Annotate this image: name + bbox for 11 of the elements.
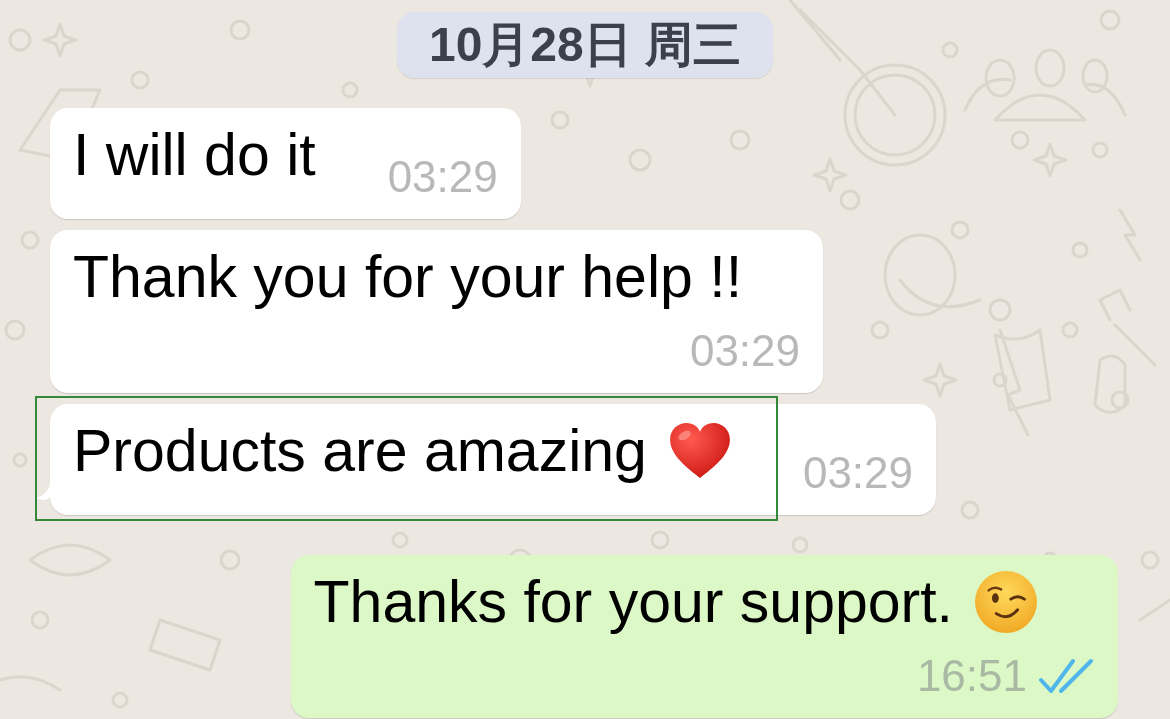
- message-time: 03:29: [387, 155, 498, 199]
- date-badge: 10月28日 周三: [396, 12, 774, 78]
- message-time: 16:51: [916, 654, 1027, 698]
- heart-emoji-icon: [668, 423, 731, 479]
- message-text: Thank you for your help !!: [73, 243, 743, 311]
- message-time: 03:29: [689, 329, 801, 373]
- winking-face-icon: [975, 571, 1037, 633]
- message-text: I will do it: [73, 121, 316, 189]
- message-text: Products are amazing: [73, 417, 647, 485]
- message-text: Thanks for your support.: [313, 568, 953, 636]
- message-time: 03:29: [802, 451, 913, 495]
